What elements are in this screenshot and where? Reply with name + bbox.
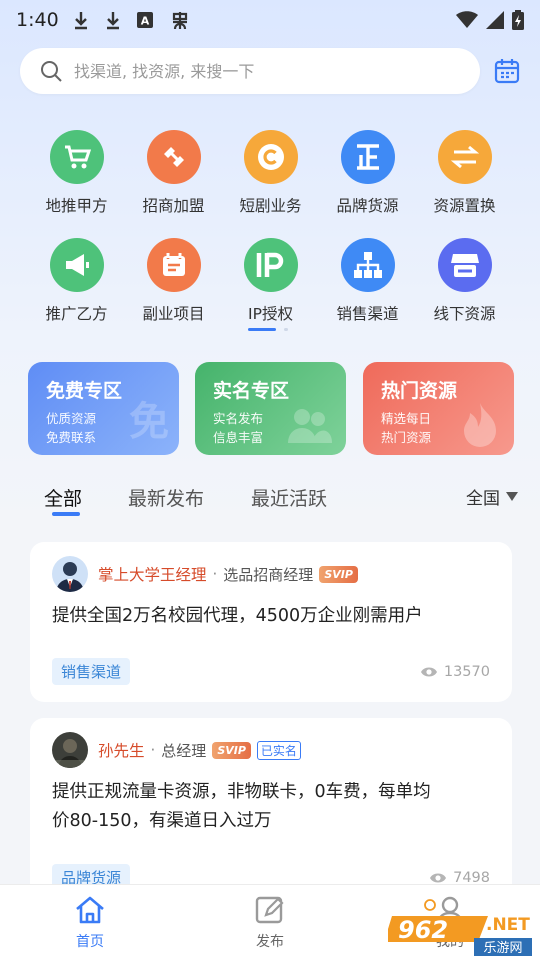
swap-icon bbox=[437, 130, 492, 184]
category-label: 副业项目 bbox=[142, 305, 205, 323]
megaphone-icon bbox=[49, 238, 104, 292]
category-label: 推广乙方 bbox=[45, 305, 108, 323]
zone-title: 热门资源 bbox=[381, 380, 458, 402]
download-icon bbox=[106, 12, 119, 30]
bug-icon bbox=[172, 12, 187, 30]
tab-bar: 全部 最新发布 最近活跃 bbox=[0, 478, 540, 518]
zone-title: 实名专区 bbox=[213, 380, 290, 402]
store-icon bbox=[437, 238, 492, 292]
category-item[interactable]: 地推甲方 bbox=[28, 130, 125, 216]
page-dot-active bbox=[248, 328, 276, 331]
calendar-icon bbox=[146, 238, 201, 292]
category-item[interactable]: 资源置换 bbox=[416, 130, 513, 216]
home-icon bbox=[76, 896, 104, 924]
watermark-domain: .NET bbox=[486, 915, 530, 935]
search-bar[interactable] bbox=[20, 48, 480, 94]
watermark-number: 962 bbox=[398, 916, 448, 944]
category-label: 线下资源 bbox=[433, 305, 496, 323]
cart-icon bbox=[49, 130, 104, 184]
svip-badge: SVIP bbox=[212, 741, 251, 759]
wifi-icon bbox=[456, 11, 478, 28]
nav-home[interactable]: 首页 bbox=[50, 895, 130, 951]
hot-zone-card[interactable]: 热门资源 精选每日 热门资源 bbox=[363, 362, 514, 455]
user-role: 总经理 bbox=[161, 741, 207, 760]
user-role: 选品招商经理 bbox=[223, 565, 314, 584]
user-name[interactable]: 掌上大学王经理 bbox=[98, 563, 207, 585]
svip-badge: SVIP bbox=[319, 565, 358, 583]
network-icon bbox=[340, 238, 395, 292]
triangle-down-icon bbox=[506, 491, 518, 501]
category-label: 销售渠道 bbox=[336, 305, 399, 323]
tab-indicator bbox=[52, 512, 80, 516]
category-label: IP授权 bbox=[248, 305, 293, 323]
category-label: 品牌货源 bbox=[336, 197, 399, 215]
category-grid: 地推甲方 招商加盟 短剧业务 品牌货源 资源置换 推广乙方 副业项目 IP授权 … bbox=[28, 130, 512, 324]
zone-watermark: 免 bbox=[129, 399, 169, 445]
post-content-line: 价80-150，有渠道日入过万 bbox=[52, 811, 272, 831]
search-icon bbox=[41, 61, 62, 82]
verified-badge: 已实名 bbox=[256, 740, 301, 760]
copyright-icon bbox=[243, 130, 298, 184]
nav-publish[interactable]: 发布 bbox=[230, 895, 310, 951]
view-count: 13570 bbox=[420, 664, 490, 680]
category-item[interactable]: 招商加盟 bbox=[125, 130, 222, 216]
nav-label: 首页 bbox=[76, 934, 104, 950]
category-item[interactable]: IP授权 bbox=[222, 238, 319, 324]
category-item[interactable]: 推广乙方 bbox=[28, 238, 125, 324]
separator-dot: · bbox=[150, 741, 156, 759]
svg-text:A: A bbox=[140, 15, 149, 28]
page-indicator bbox=[248, 328, 288, 331]
category-item[interactable]: 短剧业务 bbox=[222, 130, 319, 216]
category-item[interactable]: 线下资源 bbox=[416, 238, 513, 324]
search-input[interactable] bbox=[74, 61, 434, 81]
signal-icon bbox=[486, 11, 504, 29]
region-label: 全国 bbox=[466, 489, 500, 509]
category-item[interactable]: 副业项目 bbox=[125, 238, 222, 324]
watermark-logo: 962 .NET 乐游网 bbox=[384, 898, 536, 958]
avatar[interactable] bbox=[52, 556, 88, 592]
category-item[interactable]: 品牌货源 bbox=[319, 130, 416, 216]
download-icon bbox=[74, 12, 87, 30]
tab-active[interactable]: 最近活跃 bbox=[251, 484, 327, 511]
eye-icon bbox=[420, 667, 437, 677]
people-icon bbox=[288, 409, 332, 443]
tab-latest[interactable]: 最新发布 bbox=[128, 484, 204, 511]
category-label: 招商加盟 bbox=[142, 197, 205, 215]
category-label: 资源置换 bbox=[433, 197, 496, 215]
status-bar: 1:40 A bbox=[0, 0, 540, 40]
free-zone-card[interactable]: 免费专区 优质资源 免费联系 免 bbox=[28, 362, 179, 455]
page-dot bbox=[284, 328, 288, 331]
region-filter[interactable]: 全国 bbox=[466, 484, 518, 509]
post-tag[interactable]: 销售渠道 bbox=[52, 658, 131, 685]
realname-zone-card[interactable]: 实名专区 实名发布 信息丰富 bbox=[195, 362, 346, 455]
post-card[interactable]: 掌上大学王经理 · 选品招商经理 SVIP 提供全国2万名校园代理，4500万企… bbox=[30, 542, 512, 702]
post-content-line: 提供正规流量卡资源，非物联卡，0车费，每单均 bbox=[52, 782, 431, 802]
watermark-brand: 乐游网 bbox=[483, 941, 522, 956]
a-icon: A bbox=[136, 12, 153, 28]
category-item[interactable]: 销售渠道 bbox=[319, 238, 416, 324]
flame-icon bbox=[464, 403, 496, 447]
post-content-line: 提供全国2万名校园代理，4500万企业刚需用户 bbox=[52, 606, 423, 626]
calendar-icon[interactable] bbox=[494, 58, 520, 84]
zheng-icon bbox=[340, 130, 395, 184]
handshake-icon bbox=[146, 130, 201, 184]
status-time: 1:40 bbox=[16, 9, 59, 31]
eye-icon bbox=[430, 873, 447, 883]
separator-dot: · bbox=[212, 565, 218, 583]
avatar[interactable] bbox=[52, 732, 88, 768]
category-label: 短剧业务 bbox=[239, 197, 302, 215]
user-name[interactable]: 孙先生 bbox=[98, 739, 145, 761]
nav-label: 发布 bbox=[256, 934, 284, 950]
edit-icon bbox=[255, 896, 284, 924]
battery-icon bbox=[512, 10, 524, 30]
view-count-value: 13570 bbox=[443, 664, 490, 680]
tab-all[interactable]: 全部 bbox=[44, 484, 82, 511]
ip-icon bbox=[243, 238, 298, 292]
category-label: 地推甲方 bbox=[45, 197, 108, 215]
